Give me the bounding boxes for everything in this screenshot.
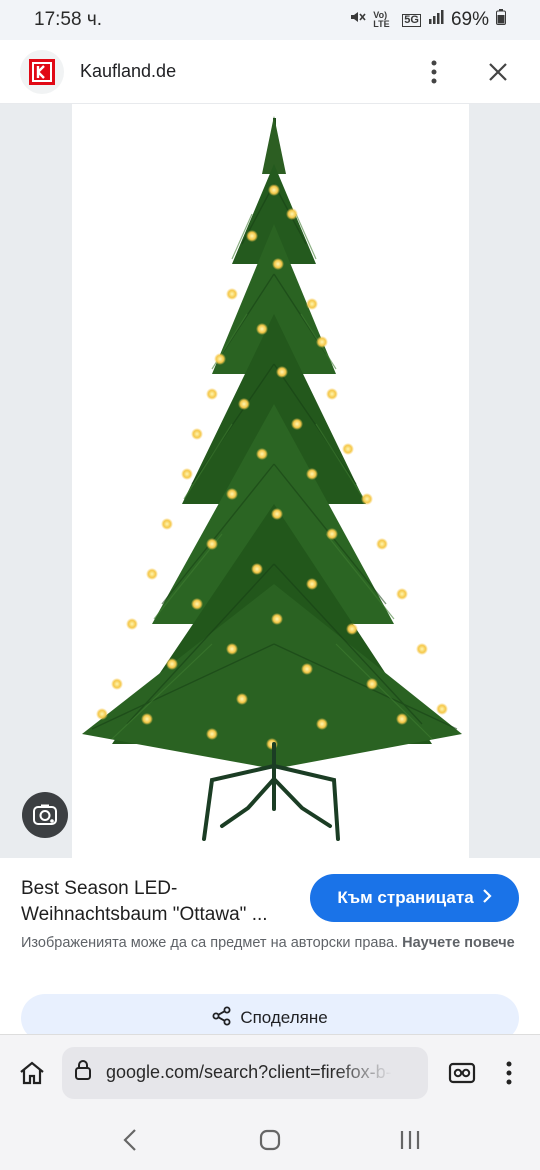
google-lens-icon[interactable]	[22, 792, 68, 838]
status-time: 17:58 ч.	[34, 9, 103, 30]
fiveg-label: 5G	[402, 13, 421, 27]
visit-page-button[interactable]: Към страницата	[310, 874, 519, 922]
battery-percent: 69%	[450, 9, 489, 30]
browser-toolbar: google.com/search?client=firefox-b-	[0, 1034, 540, 1110]
christmas-tree-image[interactable]	[72, 104, 469, 858]
status-bar: 17:58 ч. Vo) LTE 5G 69%	[0, 0, 540, 40]
site-header: Kaufland.de	[0, 40, 540, 104]
signal-icon	[428, 9, 444, 31]
copyright-text: Изображенията може да са предмет на авто…	[21, 935, 399, 951]
private-tabs-icon[interactable]	[442, 1053, 482, 1093]
copyright-notice: Изображенията може да са предмет на авто…	[21, 932, 521, 954]
more-vert-icon[interactable]	[494, 1053, 524, 1093]
image-viewer	[0, 104, 540, 858]
mute-icon	[348, 8, 366, 32]
home-circle-icon[interactable]	[240, 1118, 300, 1162]
result-title[interactable]: Best Season LED-Weihnachtsbaum "Ottawa" …	[21, 876, 301, 928]
status-icons: Vo) LTE 5G 69%	[348, 8, 506, 32]
site-name[interactable]: Kaufland.de	[80, 61, 412, 82]
volte-label: Vo) LTE	[373, 10, 390, 29]
chevron-right-icon	[482, 888, 492, 908]
share-icon	[212, 1006, 232, 1031]
kaufland-logo-icon[interactable]	[20, 49, 64, 94]
more-vert-icon[interactable]	[412, 50, 456, 94]
back-icon[interactable]	[100, 1118, 160, 1162]
url-text: google.com/search?client=firefox-b-	[106, 1062, 392, 1082]
visit-page-label: Към страницата	[337, 888, 474, 907]
lock-icon	[74, 1059, 92, 1086]
result-info-panel: Best Season LED-Weihnachtsbaum "Ottawa" …	[0, 858, 540, 1042]
share-label: Споделяне	[240, 1008, 328, 1027]
url-input[interactable]: google.com/search?client=firefox-b-	[62, 1046, 428, 1099]
system-nav-bar	[0, 1110, 540, 1170]
home-icon[interactable]	[12, 1053, 52, 1093]
learn-more-link[interactable]: Научете повече	[402, 935, 515, 951]
battery-icon	[496, 9, 506, 31]
close-icon[interactable]	[476, 50, 520, 94]
recents-icon[interactable]	[380, 1118, 440, 1162]
